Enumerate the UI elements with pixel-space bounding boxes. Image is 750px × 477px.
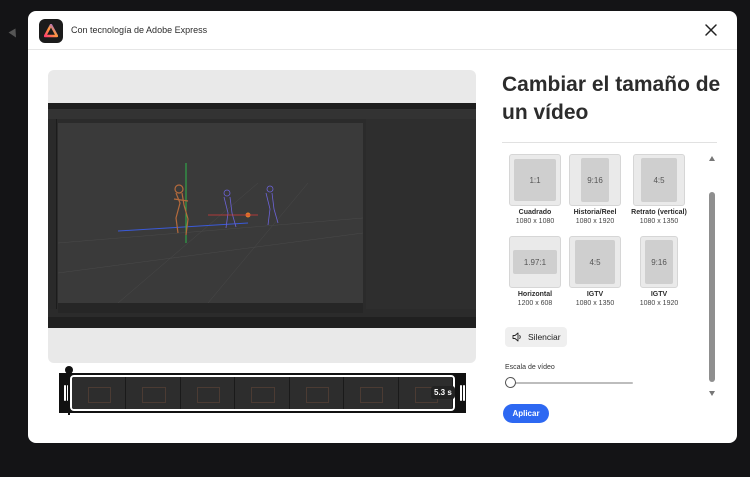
chevron-down-icon[interactable] <box>709 391 715 396</box>
panel-scrollbar[interactable] <box>709 156 715 396</box>
preset-name: IGTV <box>586 291 604 298</box>
mute-button-label: Silenciar <box>528 332 561 342</box>
preset-ratio: 1.97:1 <box>513 250 557 274</box>
preset-ratio: 4:5 <box>575 240 615 284</box>
preset-igtv-4-5[interactable]: 4:5 IGTV 1080 x 1350 <box>562 236 628 307</box>
dialog-header-title: Con tecnología de Adobe Express <box>71 25 208 35</box>
preset-igtv-9-16[interactable]: 9:16 IGTV 1080 x 1920 <box>626 236 692 307</box>
video-frame[interactable] <box>48 103 476 328</box>
close-icon[interactable] <box>703 22 719 38</box>
preset-square[interactable]: 1:1 Cuadrado 1080 x 1080 <box>502 154 568 225</box>
preset-dims: 1080 x 1920 <box>575 218 615 225</box>
timeline-thumbnail <box>289 377 345 409</box>
preset-ratio: 1:1 <box>514 159 556 201</box>
video-app-right-panel <box>366 119 476 309</box>
trim-end-handle[interactable] <box>455 373 466 413</box>
playhead-knob[interactable] <box>65 366 73 374</box>
preset-dims: 1080 x 1920 <box>639 300 679 307</box>
duration-badge: 5.3 s <box>431 386 455 399</box>
preset-portrait[interactable]: 4:5 Retrato (vertical) 1080 x 1350 <box>626 154 692 225</box>
timeline-thumbnail <box>72 377 127 409</box>
timeline-thumbnail <box>344 377 399 409</box>
video-preview <box>48 70 476 363</box>
resize-video-dialog: Con tecnología de Adobe Express 5.3 s Ca… <box>28 11 737 443</box>
preset-name: Retrato (vertical) <box>631 209 687 216</box>
panel-title: Cambiar el tamaño de un vídeo <box>502 73 721 124</box>
chevron-up-icon[interactable] <box>709 156 715 161</box>
video-scale-slider-track[interactable] <box>511 382 633 384</box>
adobe-express-logo-icon <box>39 19 63 43</box>
preset-name: Historia/Reel <box>573 209 617 216</box>
preset-dims: 1080 x 1350 <box>575 300 615 307</box>
preset-dims: 1200 x 608 <box>517 300 553 307</box>
video-scale-label: Escala de vídeo <box>505 364 555 371</box>
video-app-left-toolbar <box>48 119 57 309</box>
timeline-thumbnail <box>180 377 236 409</box>
preset-dims: 1080 x 1350 <box>639 218 679 225</box>
preset-ratio: 4:5 <box>641 158 677 202</box>
preset-ratio: 9:16 <box>581 158 609 202</box>
playhead-line[interactable] <box>68 371 70 415</box>
scrollbar-thumb[interactable] <box>709 192 715 382</box>
video-app-toolbar <box>48 109 476 119</box>
timeline-thumbnail <box>235 377 290 409</box>
mute-button[interactable]: Silenciar <box>505 327 567 347</box>
preset-landscape[interactable]: 1.97:1 Horizontal 1200 x 608 <box>502 236 568 307</box>
speaker-icon <box>512 332 521 342</box>
preset-name: Cuadrado <box>518 209 552 216</box>
preset-name: IGTV <box>650 291 668 298</box>
dialog-header: Con tecnología de Adobe Express <box>28 11 737 50</box>
video-app-timeline <box>58 303 363 313</box>
preset-ratio: 9:16 <box>645 240 673 284</box>
preset-dims: 1080 x 1080 <box>515 218 555 225</box>
video-scale-slider-thumb[interactable] <box>505 377 516 388</box>
video-3d-viewport <box>57 123 364 304</box>
panel-divider <box>502 142 717 143</box>
video-app-statusbar <box>48 317 476 328</box>
apply-button[interactable]: Aplicar <box>503 404 549 423</box>
preset-story-reel[interactable]: 9:16 Historia/Reel 1080 x 1920 <box>562 154 628 225</box>
timeline-thumbnail <box>126 377 181 409</box>
preset-name: Horizontal <box>517 291 553 298</box>
timeline-thumbnails[interactable] <box>70 375 455 411</box>
